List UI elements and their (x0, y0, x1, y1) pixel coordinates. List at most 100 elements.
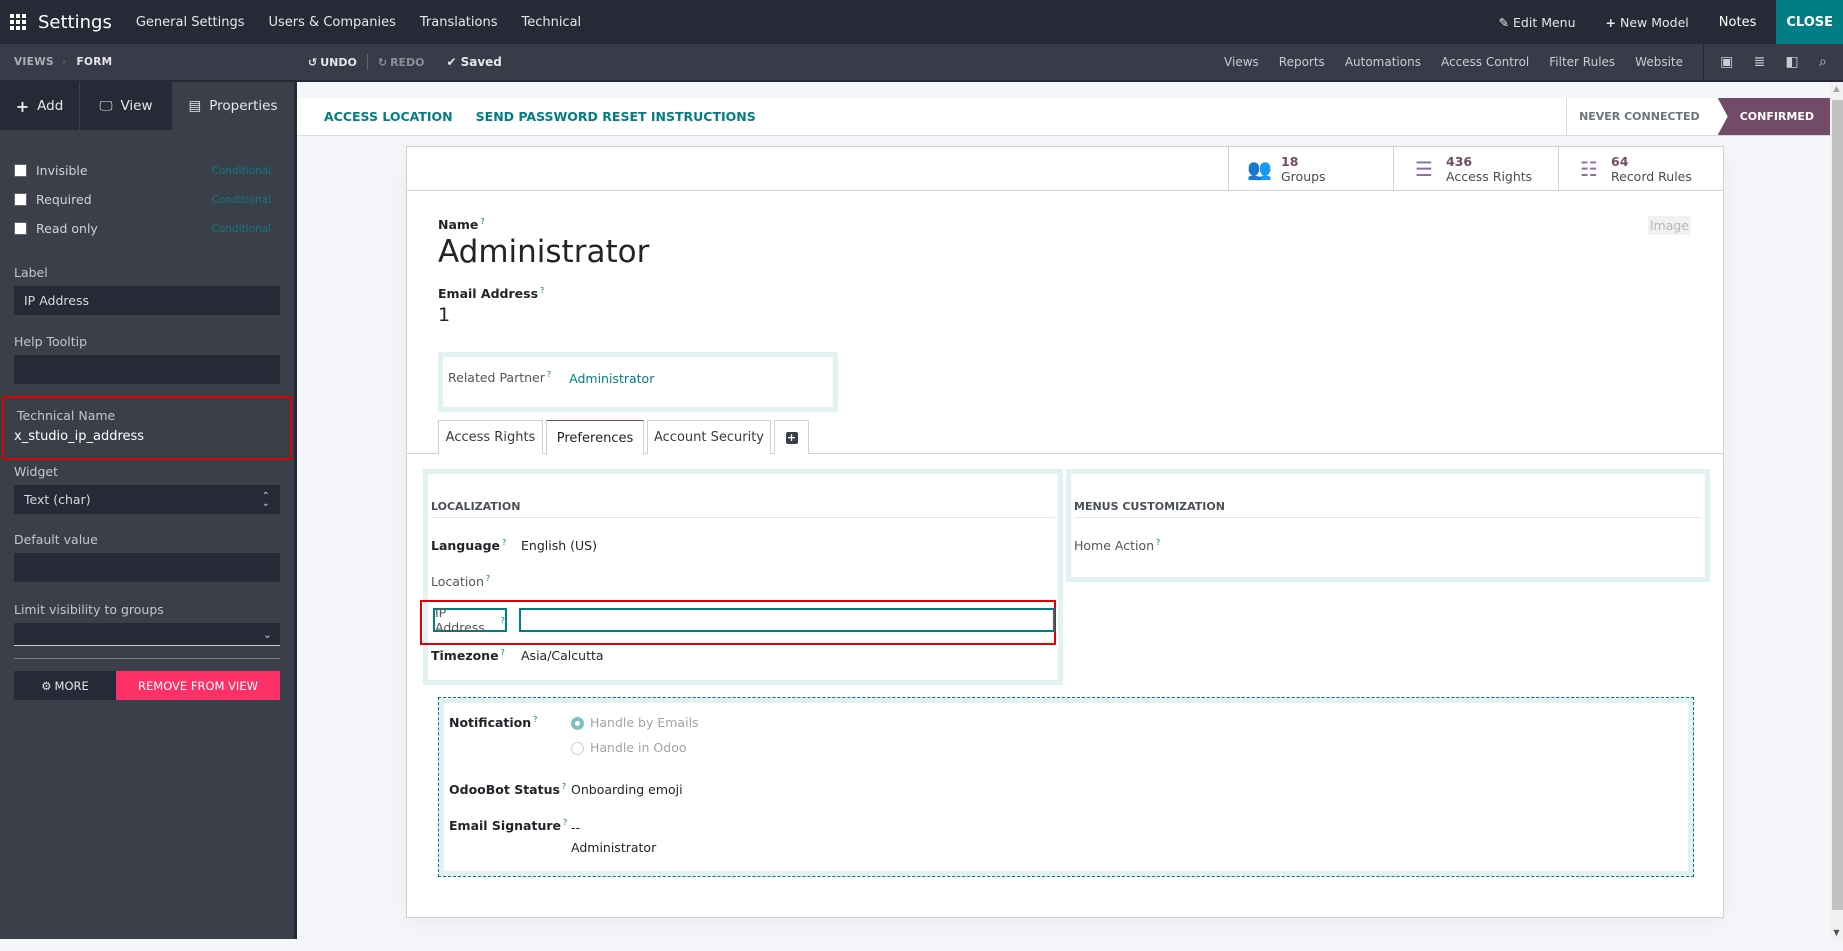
help-icon: ? (480, 217, 485, 226)
tool-reports[interactable]: Reports (1279, 55, 1325, 69)
form-view-icon[interactable]: ▣ (1720, 54, 1733, 70)
tab-account-security[interactable]: Account Security (647, 420, 771, 454)
home-action-label: Home Action? (1074, 538, 1161, 554)
menus-customization-group[interactable]: MENUS CUSTOMIZATION Home Action? (1066, 469, 1710, 582)
menu-general-settings[interactable]: General Settings (136, 15, 245, 30)
technical-name-title: Technical Name (17, 408, 116, 423)
tab-add[interactable]: + Add (0, 82, 80, 130)
send-password-reset-button[interactable]: SEND PASSWORD RESET INSTRUCTIONS (476, 109, 756, 124)
help-icon: ? (533, 715, 538, 724)
statusbar: NEVER CONNECTED CONFIRMED (1566, 98, 1830, 135)
tool-website[interactable]: Website (1635, 55, 1683, 69)
apps-menu-icon[interactable] (10, 14, 26, 30)
vertical-scrollbar[interactable]: ▲ ▼ (1830, 82, 1843, 939)
widget-select[interactable]: Text (char) ⌃ ⌄ (14, 485, 280, 514)
required-label: Required (36, 192, 92, 207)
status-never-connected[interactable]: NEVER CONNECTED (1566, 98, 1718, 135)
scrollbar-thumb[interactable] (1832, 100, 1843, 910)
title-block: Name? Administrator Email Address? 1 (438, 217, 649, 326)
help-tooltip-title: Help Tooltip (14, 334, 88, 349)
more-button[interactable]: ⚙ MORE (14, 671, 116, 700)
menu-translations[interactable]: Translations (420, 15, 498, 30)
tab-view[interactable]: 🖵 View (80, 82, 172, 130)
help-icon: ? (1156, 538, 1161, 547)
help-tooltip-input[interactable] (14, 355, 280, 384)
radio-handle-by-emails[interactable]: Handle by Emails (571, 715, 699, 731)
remove-from-view-button[interactable]: REMOVE FROM VIEW (116, 671, 280, 700)
odoobot-status-value: Onboarding emoji (571, 782, 683, 798)
redo-button[interactable]: ↻ REDO (378, 56, 425, 69)
undo-label: UNDO (320, 55, 357, 69)
tab-access-rights[interactable]: Access Rights (438, 420, 543, 454)
email-signature-row[interactable]: Email Signature? -- Administrator (449, 818, 656, 858)
tool-automations[interactable]: Automations (1345, 55, 1421, 69)
list-view-icon[interactable]: ≣ (1754, 54, 1766, 70)
top-navbar: Settings General Settings Users & Compan… (0, 0, 1843, 44)
localization-group[interactable]: LOCALIZATION Language? English (US) Loca… (420, 469, 1063, 685)
image-placeholder[interactable]: Image (1647, 216, 1691, 235)
tool-filter-rules[interactable]: Filter Rules (1549, 55, 1615, 69)
readonly-conditional-link[interactable]: Conditional (212, 223, 271, 235)
invisible-checkbox[interactable] (14, 164, 27, 177)
name-field-value[interactable]: Administrator (438, 234, 649, 270)
readonly-option: Read only Conditional (14, 214, 280, 243)
language-row[interactable]: Language? English (US) (431, 538, 597, 553)
notification-group[interactable]: Notification? Handle by Emails Handle in… (438, 697, 1694, 877)
odoobot-status-row[interactable]: OdooBot Status? Onboarding emoji (449, 782, 683, 797)
add-tab-button[interactable]: + (774, 420, 809, 454)
timezone-row[interactable]: Timezone? Asia/Calcutta (431, 648, 604, 663)
check-icon: ✔ (446, 55, 457, 69)
label-input[interactable]: IP Address (14, 286, 280, 315)
search-icon[interactable]: ⌕ (1819, 54, 1827, 70)
email-field-label[interactable]: Email Address? (438, 286, 649, 301)
menus-customization-title: MENUS CUSTOMIZATION (1074, 500, 1702, 518)
location-row[interactable]: Location? (431, 574, 521, 589)
readonly-label: Read only (36, 221, 98, 236)
required-checkbox[interactable] (14, 193, 27, 206)
studio-sidebar: + Add 🖵 View ▤ Properties Invisible Cond… (0, 82, 297, 939)
breadcrumb-views[interactable]: VIEWS (14, 56, 54, 68)
invisible-conditional-link[interactable]: Conditional (212, 165, 271, 177)
kanban-view-icon[interactable]: ◧ (1786, 54, 1799, 70)
readonly-checkbox[interactable] (14, 222, 27, 235)
default-value-input[interactable] (14, 553, 280, 582)
notes-button[interactable]: Notes (1719, 15, 1757, 30)
access-location-button[interactable]: ACCESS LOCATION (324, 109, 453, 124)
menu-users-companies[interactable]: Users & Companies (269, 15, 396, 30)
timezone-value: Asia/Calcutta (521, 648, 604, 664)
close-studio-button[interactable]: CLOSE (1776, 0, 1843, 44)
tool-access-control[interactable]: Access Control (1441, 55, 1529, 69)
scroll-down-arrow-icon[interactable]: ▼ (1830, 928, 1843, 937)
email-field-value[interactable]: 1 (438, 304, 649, 326)
tab-properties[interactable]: ▤ Properties (172, 82, 294, 130)
monitor-icon: 🖵 (99, 98, 113, 114)
ip-address-input[interactable] (519, 608, 1055, 632)
edit-menu-button[interactable]: ✎ Edit Menu (1499, 15, 1576, 30)
record-rules-smart-button[interactable]: ☷ 64 Record Rules (1558, 147, 1723, 190)
radio-handle-in-odoo[interactable]: Handle in Odoo (571, 740, 687, 755)
menu-technical[interactable]: Technical (521, 15, 581, 30)
invisible-label: Invisible (36, 163, 88, 178)
access-rights-smart-button[interactable]: ☰ 436 Access Rights (1393, 147, 1558, 190)
studio-toolbar: VIEWS › FORM ↺ UNDO ↻ REDO ✔ Saved Views R… (0, 44, 1843, 82)
groups-smart-button[interactable]: 👥 18 Groups (1228, 147, 1393, 190)
tab-preferences[interactable]: Preferences (546, 420, 644, 455)
related-partner-link[interactable]: Administrator (569, 371, 654, 386)
home-action-row[interactable]: Home Action? (1074, 538, 1160, 553)
status-confirmed[interactable]: CONFIRMED (1717, 98, 1830, 135)
notebook-tabs: Access Rights Preferences Account Securi… (407, 420, 1723, 455)
email-signature-value: -- Administrator (571, 820, 657, 855)
required-conditional-link[interactable]: Conditional (212, 194, 271, 206)
tool-views[interactable]: Views (1224, 55, 1259, 69)
name-field-label[interactable]: Name? (438, 217, 649, 232)
language-label: Language? (431, 538, 507, 554)
limit-groups-select[interactable]: ⌄ (14, 623, 280, 646)
help-icon: ? (500, 615, 505, 625)
related-partner-group[interactable]: Related Partner? Administrator (438, 352, 838, 412)
new-model-button[interactable]: + New Model (1606, 15, 1689, 30)
invisible-option: Invisible Conditional (14, 156, 280, 185)
scroll-up-arrow-icon[interactable]: ▲ (1830, 84, 1843, 93)
undo-button[interactable]: ↺ UNDO (308, 56, 357, 69)
ip-address-label[interactable]: IP Address? (433, 605, 507, 635)
app-title[interactable]: Settings (38, 12, 112, 33)
